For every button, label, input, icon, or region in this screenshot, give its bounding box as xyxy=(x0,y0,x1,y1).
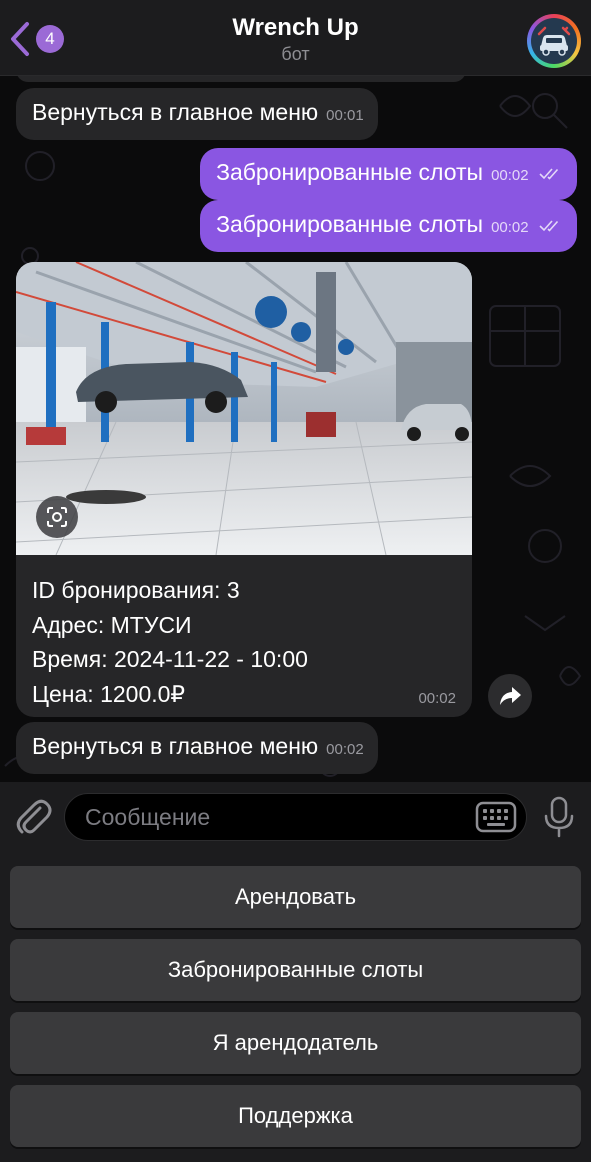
message-text: Вернуться в главное меню xyxy=(32,733,319,759)
message-input-bar xyxy=(0,782,591,852)
message-outgoing[interactable]: Забронированные слоты 00:02 xyxy=(200,200,577,252)
bot-keyboard: Арендовать Забронированные слоты Я аренд… xyxy=(0,852,591,1162)
message-incoming[interactable]: Вернуться в главное меню 00:02 xyxy=(16,722,378,774)
double-check-icon xyxy=(539,220,559,232)
message-time: 00:02 xyxy=(491,219,529,236)
support-button[interactable]: Поддержка xyxy=(10,1085,581,1147)
share-icon xyxy=(500,687,521,705)
chat-header: 4 Wrench Up бот xyxy=(0,0,591,76)
attach-icon[interactable] xyxy=(14,796,52,838)
booking-price-line: Цена: 1200.0₽ xyxy=(32,680,186,707)
rent-button[interactable]: Арендовать xyxy=(10,866,581,928)
booking-message[interactable]: ID бронирования: 3 Адрес: МТУСИ Время: 2… xyxy=(16,262,472,717)
message-incoming[interactable]: Вернуться в главное меню 00:01 xyxy=(16,88,378,140)
message-text: Забронированные слоты xyxy=(216,159,484,185)
microphone-icon[interactable] xyxy=(542,796,576,838)
chat-subtitle: бот xyxy=(281,44,310,64)
scan-button[interactable] xyxy=(36,496,78,538)
message-text: Забронированные слоты xyxy=(216,211,484,237)
car-repair-avatar-icon xyxy=(537,26,571,56)
i-am-landlord-button[interactable]: Я арендодатель xyxy=(10,1012,581,1074)
garage-photo[interactable] xyxy=(16,262,472,555)
share-button[interactable] xyxy=(488,674,532,718)
scan-icon xyxy=(47,507,67,527)
booked-slots-button[interactable]: Забронированные слоты xyxy=(10,939,581,1001)
message-text: Вернуться в главное меню xyxy=(32,99,319,125)
booking-address-line: Адрес: МТУСИ xyxy=(32,611,192,638)
message-outgoing[interactable]: Забронированные слоты 00:02 xyxy=(200,148,577,200)
chat-title: Wrench Up xyxy=(232,14,359,41)
chat-area[interactable]: Вернуться в главное меню 00:01 Заброниров… xyxy=(0,76,591,782)
garage-photo-image xyxy=(16,262,472,555)
keyboard-icon[interactable] xyxy=(475,800,517,834)
chat-title-area[interactable]: Wrench Up бот xyxy=(0,14,591,65)
message-time: 00:02 xyxy=(491,167,529,184)
message-time: 00:02 xyxy=(326,741,364,758)
message-input[interactable] xyxy=(64,793,527,841)
booking-id-line: ID бронирования: 3 xyxy=(32,577,240,603)
booking-details: ID бронирования: 3 Адрес: МТУСИ Время: 2… xyxy=(32,573,308,711)
message-time: 00:02 xyxy=(418,690,456,707)
double-check-icon xyxy=(539,168,559,180)
bot-avatar[interactable] xyxy=(527,14,581,68)
message-time: 00:01 xyxy=(326,107,364,124)
message-bubble-partial xyxy=(16,76,466,82)
booking-time-line: Время: 2024-11-22 - 10:00 xyxy=(32,646,308,672)
